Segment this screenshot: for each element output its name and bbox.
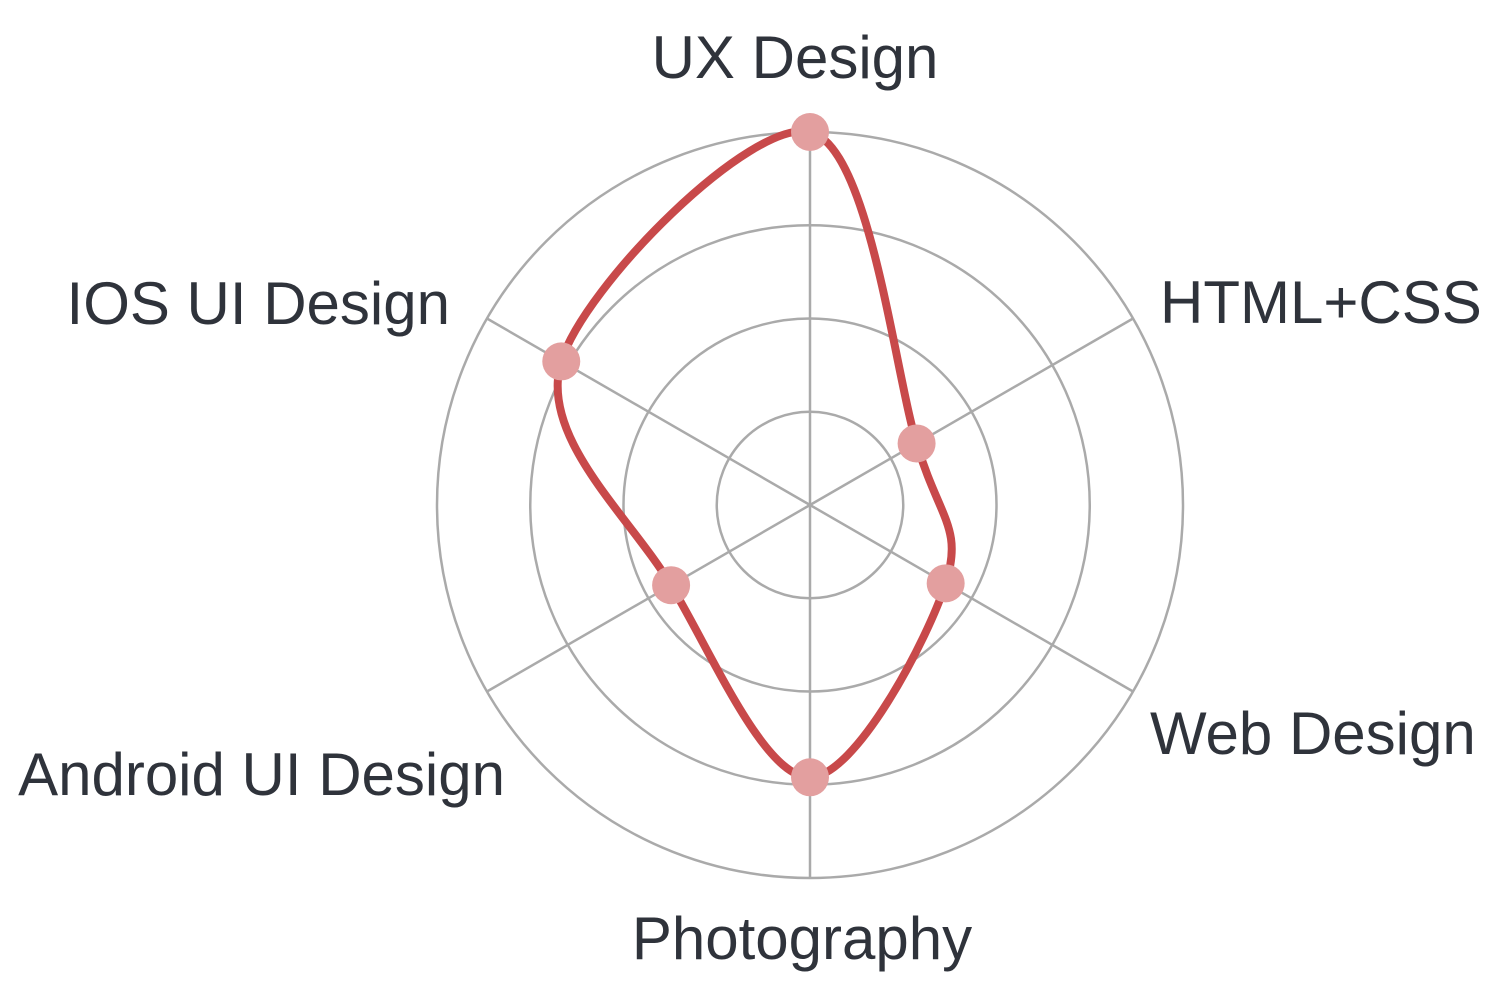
axis-spoke-html-css: [809, 317, 1134, 507]
axis-label-html-css: HTML+CSS: [1160, 269, 1482, 336]
data-point-photography: [791, 758, 829, 797]
axis-label-web-design: Web Design: [1150, 700, 1476, 767]
axis-label-photography: Photography: [632, 905, 972, 972]
data-point-web-design: [926, 564, 965, 603]
axis-spoke-android-ui-design: [486, 503, 811, 693]
axis-spoke-web-design: [809, 503, 1134, 693]
data-points: [542, 113, 965, 797]
radar-chart-svg: UX Design HTML+CSS Web Design Photography An…: [18, 24, 1482, 972]
data-point-android-ui-design: [652, 566, 691, 605]
axis-label-ios-ui-design: IOS UI Design: [67, 270, 450, 337]
radar-chart: UX Design HTML+CSS Web Design Photography An…: [0, 0, 1500, 1000]
data-point-ios-ui-design: [542, 342, 581, 381]
axis-labels: UX Design HTML+CSS Web Design Photography An…: [18, 24, 1482, 972]
axis-spoke-ios-ui-design: [486, 317, 811, 507]
data-point-html-css: [897, 424, 936, 463]
data-point-ux-design: [791, 113, 829, 151]
axis-label-android-ui-design: Android UI Design: [18, 741, 505, 808]
axis-label-ux-design: UX Design: [652, 24, 939, 91]
series-layer: [553, 127, 956, 782]
series-line-0: [553, 127, 956, 782]
